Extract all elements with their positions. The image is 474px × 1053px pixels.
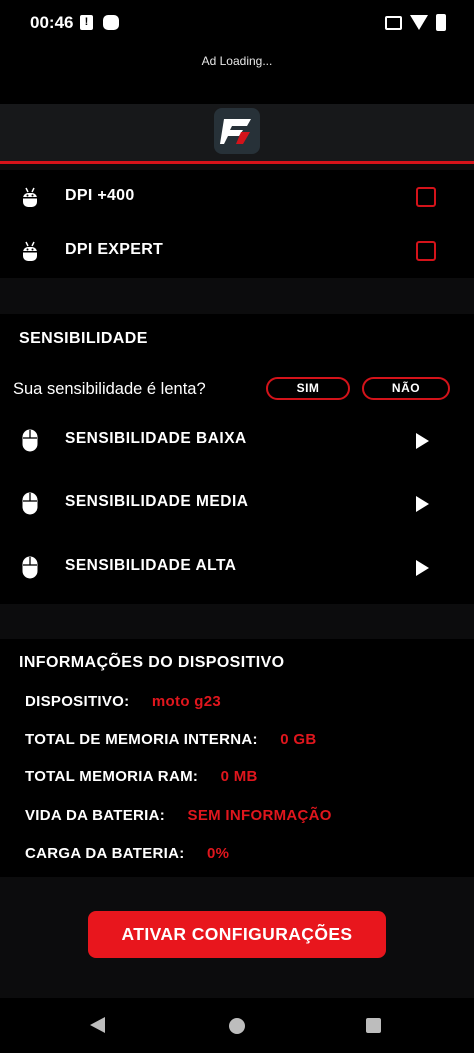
recents-icon[interactable]	[366, 1018, 381, 1033]
cast-icon	[385, 15, 402, 30]
info-row-vida-bateria: VIDA DA BATERIA: SEM INFORMAÇÃO	[25, 807, 332, 827]
system-nav-bar	[0, 998, 474, 1053]
ativar-configuracoes-button[interactable]: ATIVAR CONFIGURAÇÕES	[88, 911, 386, 958]
mouse-icon	[22, 556, 38, 579]
info-row-memoria-interna: TOTAL DE MEMORIA INTERNA: 0 GB	[25, 731, 316, 751]
info-value: 0%	[207, 845, 230, 862]
info-label: TOTAL DE MEMORIA INTERNA:	[25, 731, 258, 748]
android-icon	[23, 241, 37, 261]
device-info-section: INFORMAÇÕES DO DISPOSITIVO DISPOSITIVO: …	[0, 639, 474, 877]
sensibilidade-section: SENSIBILIDADE Sua sensibilidade é lenta?…	[0, 314, 474, 604]
wifi-icon	[410, 15, 428, 30]
app-logo	[214, 108, 260, 154]
dpi-expert-checkbox[interactable]	[416, 241, 436, 261]
dpi-label: DPI +400	[65, 187, 135, 204]
sens-row-alta[interactable]: SENSIBILIDADE ALTA	[0, 543, 474, 593]
info-row-carga-bateria: CARGA DA BATERIA: 0%	[25, 845, 229, 865]
sim-button[interactable]: SIM	[266, 377, 350, 400]
info-label: VIDA DA BATERIA:	[25, 807, 166, 824]
info-value: moto g23	[151, 693, 221, 710]
sensibilidade-title: SENSIBILIDADE	[19, 330, 148, 347]
sensibilidade-question: Sua sensibilidade é lenta?	[13, 380, 206, 398]
android-icon	[23, 187, 37, 207]
sens-label: SENSIBILIDADE BAIXA	[65, 430, 247, 447]
info-row-dispositivo: DISPOSITIVO: moto g23	[25, 693, 221, 713]
sens-row-baixa[interactable]: SENSIBILIDADE BAIXA	[0, 416, 474, 466]
info-value: 0 MB	[220, 768, 258, 785]
info-value: SEM INFORMAÇÃO	[187, 807, 332, 824]
play-icon[interactable]	[416, 560, 429, 576]
play-icon[interactable]	[416, 433, 429, 449]
info-row-memoria-ram: TOTAL MEMORIA RAM: 0 MB	[25, 768, 258, 788]
back-icon[interactable]	[90, 1017, 105, 1033]
system-icons	[385, 14, 446, 31]
logo-icon	[220, 119, 251, 144]
status-time: 00:46	[30, 13, 74, 32]
sens-row-media[interactable]: SENSIBILIDADE MEDIA	[0, 479, 474, 529]
status-bar: 00:46 !	[0, 0, 474, 46]
message-icon	[103, 15, 119, 30]
play-icon[interactable]	[416, 496, 429, 512]
notification-icons: !	[80, 15, 119, 30]
header-divider	[0, 161, 474, 164]
app-header	[0, 104, 474, 162]
battery-icon	[436, 14, 446, 31]
ad-loading-text: Ad Loading...	[201, 54, 273, 68]
ad-banner[interactable]: Ad Loading...	[0, 46, 474, 104]
mouse-icon	[22, 492, 38, 515]
info-label: TOTAL MEMORIA RAM:	[25, 768, 199, 785]
mouse-icon	[22, 429, 38, 452]
sens-label: SENSIBILIDADE MEDIA	[65, 493, 249, 510]
home-icon[interactable]	[229, 1018, 245, 1034]
dpi-label: DPI EXPERT	[65, 241, 164, 258]
nao-button[interactable]: NÃO	[362, 377, 450, 400]
info-label: CARGA DA BATERIA:	[25, 845, 185, 862]
sens-label: SENSIBILIDADE ALTA	[65, 557, 237, 574]
alert-icon: !	[80, 15, 93, 30]
device-info-title: INFORMAÇÕES DO DISPOSITIVO	[19, 654, 285, 671]
info-value: 0 GB	[280, 731, 317, 748]
dpi-400-checkbox[interactable]	[416, 187, 436, 207]
dpi-row-400[interactable]: DPI +400	[0, 170, 474, 224]
info-label: DISPOSITIVO:	[25, 693, 130, 710]
dpi-section: DPI +400 DPI EXPERT	[0, 170, 474, 278]
dpi-row-expert[interactable]: DPI EXPERT	[0, 224, 474, 278]
